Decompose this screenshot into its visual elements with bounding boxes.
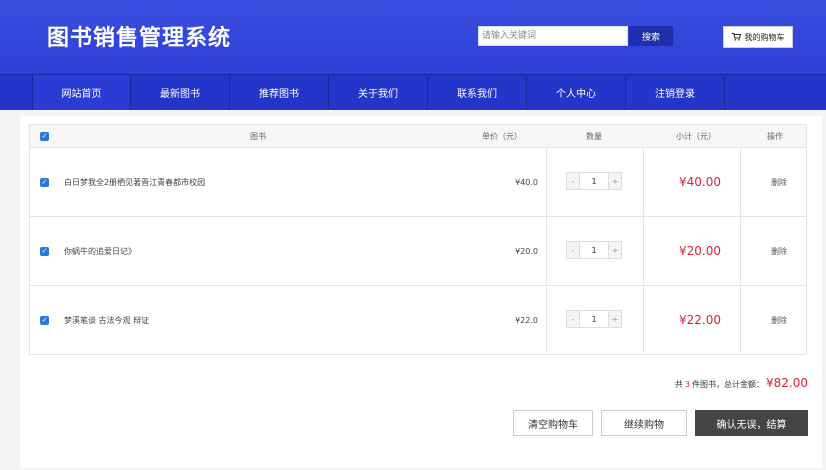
summary-middle: 件图书，总计金额：	[692, 380, 764, 389]
column-divider	[643, 148, 644, 215]
header-subtotal: 小计（元）	[676, 131, 716, 141]
nav-latest-books[interactable]: 最新图书	[131, 75, 230, 110]
cart-icon	[731, 33, 741, 41]
column-divider	[643, 286, 644, 353]
header-unit-price: 单价（元）	[482, 131, 522, 141]
cart-summary: 共 3 件图书，总计金额： ¥82.00	[675, 376, 808, 390]
summary-prefix: 共	[674, 380, 683, 389]
book-title[interactable]: 你蜗牛的追爱日记》	[64, 217, 136, 285]
cart-panel: ✓ 图书 单价（元） 数量 小计（元） 操作 ✓ 白日梦我全2册栖见著晋江青春都…	[20, 116, 822, 468]
nav-contact-us[interactable]: 联系我们	[428, 75, 527, 110]
column-divider	[546, 286, 547, 353]
column-divider	[643, 217, 644, 284]
header-action: 操作	[767, 131, 783, 141]
cart-table-header: ✓ 图书 单价（元） 数量 小计（元） 操作	[29, 124, 807, 148]
unit-price: ¥20.0	[515, 246, 538, 256]
increment-button[interactable]: +	[609, 242, 621, 258]
decrement-button[interactable]: -	[567, 311, 579, 327]
search-input[interactable]	[478, 26, 628, 46]
quantity-value[interactable]: 1	[579, 311, 609, 327]
main-nav: 网站首页 最新图书 推荐图书 关于我们 联系我们 个人中心 注销登录	[0, 74, 826, 110]
unit-price: ¥22.0	[515, 315, 538, 325]
row-checkbox[interactable]: ✓	[40, 246, 49, 256]
row-check-cell: ✓	[40, 148, 49, 216]
book-title[interactable]: 白日梦我全2册栖见著晋江青春都市校园	[64, 148, 205, 216]
row-checkbox[interactable]: ✓	[40, 315, 49, 325]
table-row: ✓ 白日梦我全2册栖见著晋江青春都市校园 ¥40.0 - 1 + ¥40.00 …	[29, 148, 807, 217]
delete-link[interactable]: 删除	[750, 148, 808, 216]
column-divider	[740, 148, 741, 215]
subtotal: ¥22.00	[679, 313, 721, 327]
column-divider	[546, 217, 547, 284]
quantity-stepper: - 1 +	[566, 310, 622, 328]
select-all-checkbox[interactable]: ✓	[40, 131, 49, 141]
header-book: 图书	[250, 131, 266, 141]
decrement-button[interactable]: -	[567, 242, 579, 258]
book-count: 3	[684, 380, 690, 389]
continue-shopping-button[interactable]: 继续购物	[601, 410, 687, 436]
subtotal: ¥20.00	[679, 244, 721, 258]
increment-button[interactable]: +	[609, 173, 621, 189]
my-cart-button[interactable]: 我的购物车	[723, 26, 793, 48]
unit-price: ¥40.0	[515, 177, 538, 187]
delete-link[interactable]: 删除	[750, 286, 808, 354]
delete-link[interactable]: 删除	[750, 217, 808, 285]
header: 图书销售管理系统 搜索 我的购物车	[0, 0, 826, 74]
nav-recommended-books[interactable]: 推荐图书	[230, 75, 329, 110]
column-divider	[740, 217, 741, 284]
subtotal: ¥40.00	[679, 175, 721, 189]
row-check-cell: ✓	[40, 286, 49, 354]
nav-logout[interactable]: 注销登录	[626, 75, 725, 110]
checkout-button[interactable]: 确认无误，结算	[695, 410, 808, 436]
nav-about-us[interactable]: 关于我们	[329, 75, 428, 110]
table-row: ✓ 梦溪笔谈 古法今观 辩证 ¥22.0 - 1 + ¥22.00 删除	[29, 286, 807, 355]
row-check-cell: ✓	[40, 217, 49, 285]
nav-personal-center[interactable]: 个人中心	[527, 75, 626, 110]
book-title[interactable]: 梦溪笔谈 古法今观 辩证	[64, 286, 149, 354]
search-button[interactable]: 搜索	[629, 26, 673, 46]
nav-home[interactable]: 网站首页	[32, 75, 131, 110]
select-all-cell: ✓	[40, 125, 49, 147]
header-quantity: 数量	[586, 131, 602, 141]
decrement-button[interactable]: -	[567, 173, 579, 189]
quantity-stepper: - 1 +	[566, 241, 622, 259]
row-checkbox[interactable]: ✓	[40, 177, 49, 187]
cart-label: 我的购物车	[744, 32, 785, 42]
table-row: ✓ 你蜗牛的追爱日记》 ¥20.0 - 1 + ¥20.00 删除	[29, 217, 807, 286]
total-amount: ¥82.00	[766, 376, 808, 390]
column-divider	[546, 148, 547, 215]
clear-cart-button[interactable]: 清空购物车	[513, 410, 593, 436]
quantity-value[interactable]: 1	[579, 173, 609, 189]
site-logo[interactable]: 图书销售管理系统	[47, 20, 231, 52]
increment-button[interactable]: +	[609, 311, 621, 327]
quantity-stepper: - 1 +	[566, 172, 622, 190]
column-divider	[740, 286, 741, 353]
quantity-value[interactable]: 1	[579, 242, 609, 258]
